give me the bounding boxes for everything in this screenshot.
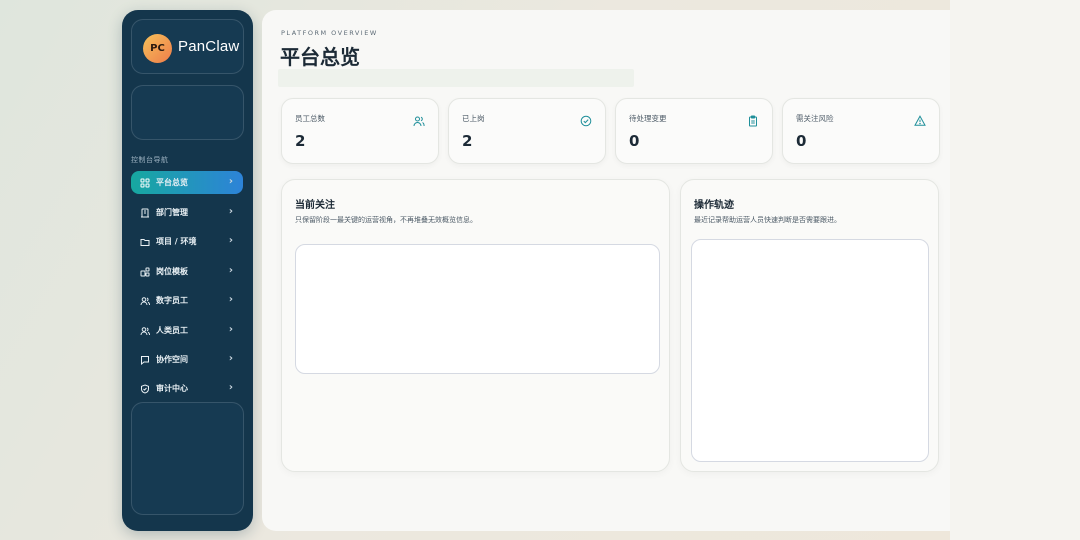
sidebar-item-projects[interactable]: 项目 / 环境 › xyxy=(131,230,243,253)
panel-title: 操作轨迹 xyxy=(694,200,734,211)
chevron-right-icon: › xyxy=(228,206,233,217)
stat-value: 2 xyxy=(462,132,473,150)
users-icon xyxy=(140,296,150,306)
sidebar-item-label: 岗位模板 xyxy=(156,267,188,276)
sidebar-item-collaboration[interactable]: 协作空间 › xyxy=(131,348,243,371)
stat-value: 2 xyxy=(295,132,306,150)
sidebar-item-label: 平台总览 xyxy=(156,178,188,187)
activity-list-area xyxy=(691,239,929,462)
chevron-right-icon: › xyxy=(228,176,233,187)
chevron-right-icon: › xyxy=(228,324,233,335)
panel-title: 当前关注 xyxy=(295,200,335,211)
check-circle-icon xyxy=(580,112,592,127)
sidebar-item-overview[interactable]: 平台总览 › xyxy=(131,171,243,194)
shield-icon xyxy=(140,383,150,394)
stat-card-onboarded: 已上岗 2 xyxy=(448,98,606,164)
sidebar-item-label: 部门管理 xyxy=(156,208,188,217)
panel-subtitle: 最近记录帮助运营人员快速判断是否需要跟进。 xyxy=(694,216,841,224)
page-overline: PLATFORM OVERVIEW xyxy=(281,29,378,37)
chevron-right-icon: › xyxy=(228,265,233,276)
chevron-right-icon: › xyxy=(228,382,233,393)
stat-label: 员工总数 xyxy=(295,114,325,123)
sidebar-top-panel xyxy=(131,85,244,140)
sidebar-item-label: 项目 / 环境 xyxy=(156,237,197,246)
page-description-placeholder xyxy=(278,69,634,87)
sidebar-bottom-panel xyxy=(131,402,244,515)
chevron-right-icon: › xyxy=(228,353,233,364)
building-icon xyxy=(140,208,150,218)
warning-icon xyxy=(914,112,926,126)
sidebar-item-templates[interactable]: 岗位模板 › xyxy=(131,260,243,283)
nav-heading: 控制台导航 xyxy=(131,156,169,164)
brand-name: PanClaw xyxy=(178,38,240,55)
sidebar-item-digital-staff[interactable]: 数字员工 › xyxy=(131,289,243,312)
sidebar-item-label: 数字员工 xyxy=(156,296,188,305)
stat-card-pending-changes: 待处理变更 0 xyxy=(615,98,773,164)
stat-label: 已上岗 xyxy=(462,114,485,123)
grid-icon xyxy=(140,178,150,188)
sidebar-item-label: 协作空间 xyxy=(156,355,188,364)
page-title: 平台总览 xyxy=(280,45,360,69)
template-icon xyxy=(140,267,150,277)
sidebar-item-human-staff[interactable]: 人类员工 › xyxy=(131,319,243,342)
folder-icon xyxy=(140,237,150,247)
focus-content-area xyxy=(295,244,660,374)
chevron-right-icon: › xyxy=(228,294,233,305)
stat-value: 0 xyxy=(796,132,807,150)
clipboard-icon xyxy=(747,112,759,127)
users-icon xyxy=(140,326,150,336)
stat-value: 0 xyxy=(629,132,640,150)
sidebar-item-departments[interactable]: 部门管理 › xyxy=(131,201,243,224)
sidebar-item-label: 审计中心 xyxy=(156,384,188,393)
users-icon xyxy=(413,112,425,127)
stat-card-risks: 需关注风险 0 xyxy=(782,98,940,164)
chevron-right-icon: › xyxy=(228,235,233,246)
sidebar-item-audit[interactable]: 审计中心 › xyxy=(131,377,243,400)
outer-background xyxy=(950,0,1080,540)
focus-panel: 当前关注 只保留阶段一最关键的运营视角，不再堆叠无效概览信息。 xyxy=(281,179,670,472)
sidebar: PC PanClaw 控制台导航 平台总览 › 部门管理 › 项目 / 环境 ›… xyxy=(122,10,253,531)
activity-trail-panel: 操作轨迹 最近记录帮助运营人员快速判断是否需要跟进。 xyxy=(680,179,939,472)
sidebar-item-label: 人类员工 xyxy=(156,326,188,335)
brand-logo: PC xyxy=(143,34,172,63)
chat-icon xyxy=(140,355,150,365)
stat-label: 待处理变更 xyxy=(629,114,667,123)
stat-label: 需关注风险 xyxy=(796,114,834,123)
brand-card[interactable]: PC PanClaw xyxy=(131,19,244,74)
main-content: PLATFORM OVERVIEW 平台总览 员工总数 2 已上岗 2 待处理变… xyxy=(262,10,950,531)
stat-card-total-staff: 员工总数 2 xyxy=(281,98,439,164)
panel-subtitle: 只保留阶段一最关键的运营视角，不再堆叠无效概览信息。 xyxy=(295,216,477,224)
